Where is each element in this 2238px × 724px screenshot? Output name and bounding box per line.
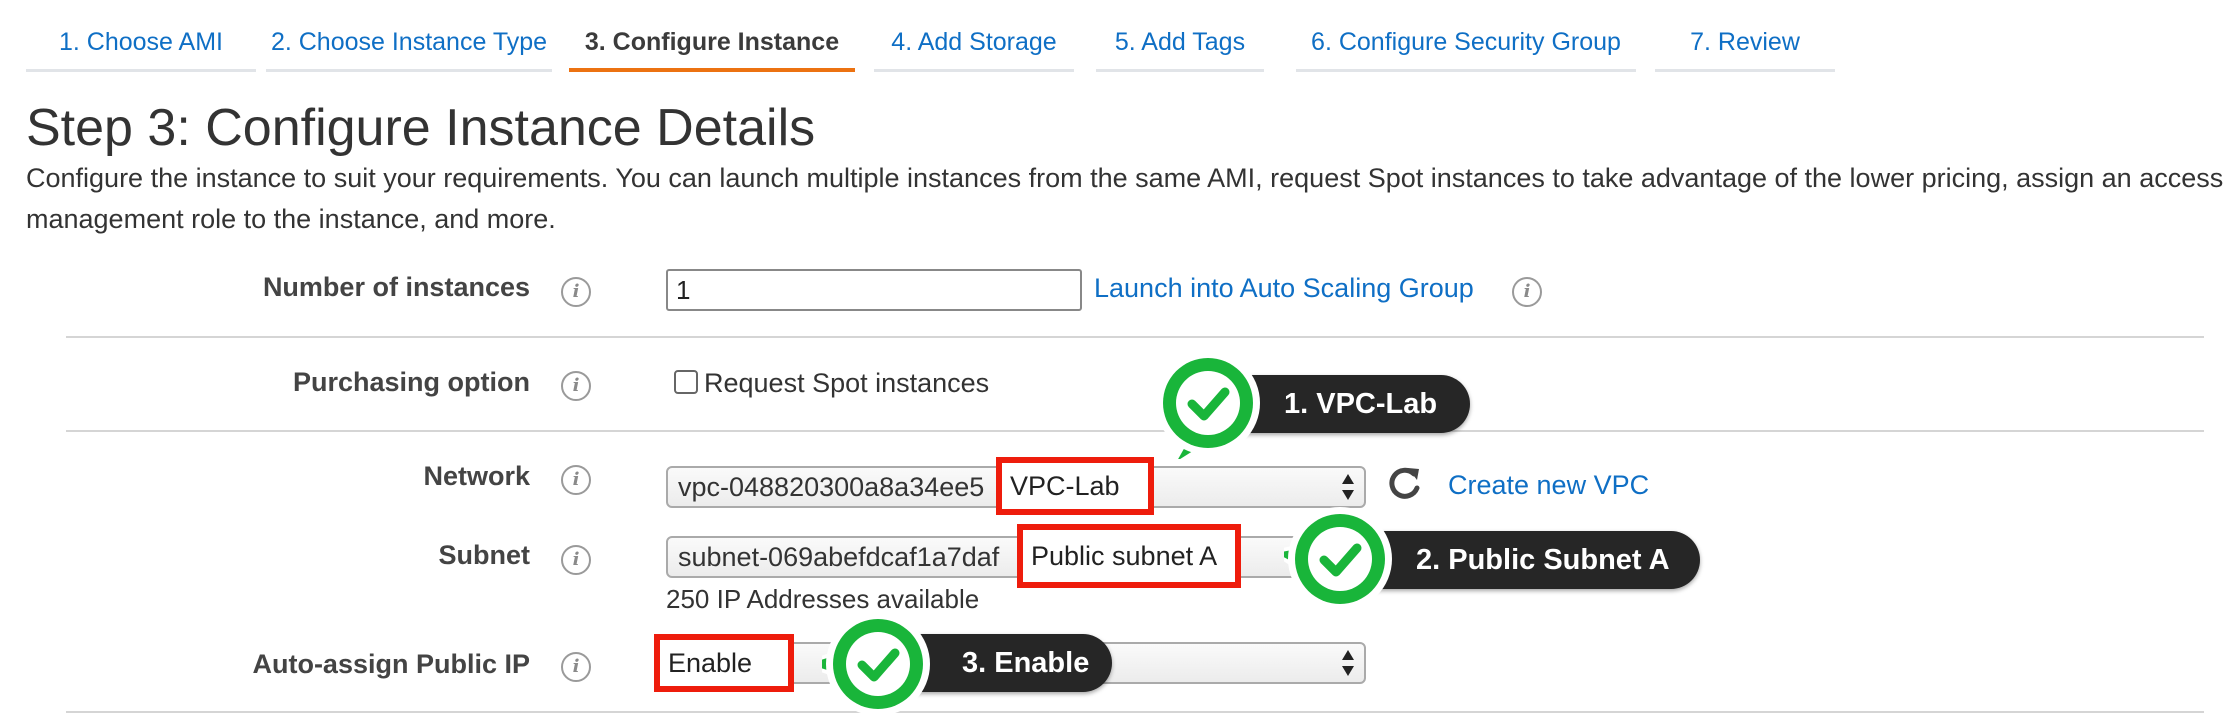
check-icon <box>1156 351 1260 459</box>
request-spot-label[interactable]: Request Spot instances <box>704 368 989 399</box>
check-icon <box>822 612 930 716</box>
number-of-instances-input[interactable] <box>666 269 1082 311</box>
divider <box>66 336 2204 338</box>
tab-choose-ami[interactable]: 1. Choose AMI <box>26 18 256 72</box>
info-icon[interactable]: i <box>561 652 591 682</box>
select-arrows-icon <box>1342 474 1354 500</box>
refresh-icon[interactable] <box>1384 463 1424 503</box>
tab-add-storage[interactable]: 4. Add Storage <box>874 18 1074 72</box>
tab-add-tags[interactable]: 5. Add Tags <box>1096 18 1264 72</box>
vpc-lab-highlight: VPC-Lab <box>996 457 1154 515</box>
number-of-instances-label: Number of instances <box>262 272 530 302</box>
network-label: Network <box>423 461 530 491</box>
tab-configure-instance[interactable]: 3. Configure Instance <box>569 18 855 72</box>
info-icon[interactable]: i <box>561 465 591 495</box>
request-spot-checkbox[interactable] <box>674 370 698 394</box>
subnet-label: Subnet <box>438 540 531 570</box>
check-icon <box>1284 507 1392 611</box>
tab-review[interactable]: 7. Review <box>1655 18 1835 72</box>
enable-highlight: Enable <box>654 634 794 692</box>
info-icon[interactable]: i <box>561 277 591 307</box>
create-new-vpc-link[interactable]: Create new VPC <box>1448 470 1649 501</box>
divider <box>66 430 2204 432</box>
subnet-select-value: subnet-069abefdcaf1a7daf <box>678 542 1000 572</box>
launch-auto-scaling-link[interactable]: Launch into Auto Scaling Group <box>1094 273 1474 304</box>
tab-choose-instance-type[interactable]: 2. Choose Instance Type <box>266 18 552 72</box>
info-icon[interactable]: i <box>561 371 591 401</box>
select-arrows-icon <box>1342 650 1354 676</box>
page-description: Configure the instance to suit your requ… <box>26 163 2224 234</box>
purchasing-option-label: Purchasing option <box>292 367 530 397</box>
subnet-select[interactable]: subnet-069abefdcaf1a7daf <box>666 536 1366 578</box>
public-subnet-a-highlight: Public subnet A <box>1017 524 1241 588</box>
tab-configure-security-group[interactable]: 6. Configure Security Group <box>1296 18 1636 72</box>
network-select-value: vpc-048820300a8a34ee5 <box>678 472 985 502</box>
auto-assign-public-ip-label: Auto-assign Public IP <box>252 649 530 679</box>
info-icon[interactable]: i <box>561 545 591 575</box>
page-title: Step 3: Configure Instance Details <box>26 99 816 157</box>
divider <box>66 711 2204 713</box>
info-icon[interactable]: i <box>1512 277 1542 307</box>
